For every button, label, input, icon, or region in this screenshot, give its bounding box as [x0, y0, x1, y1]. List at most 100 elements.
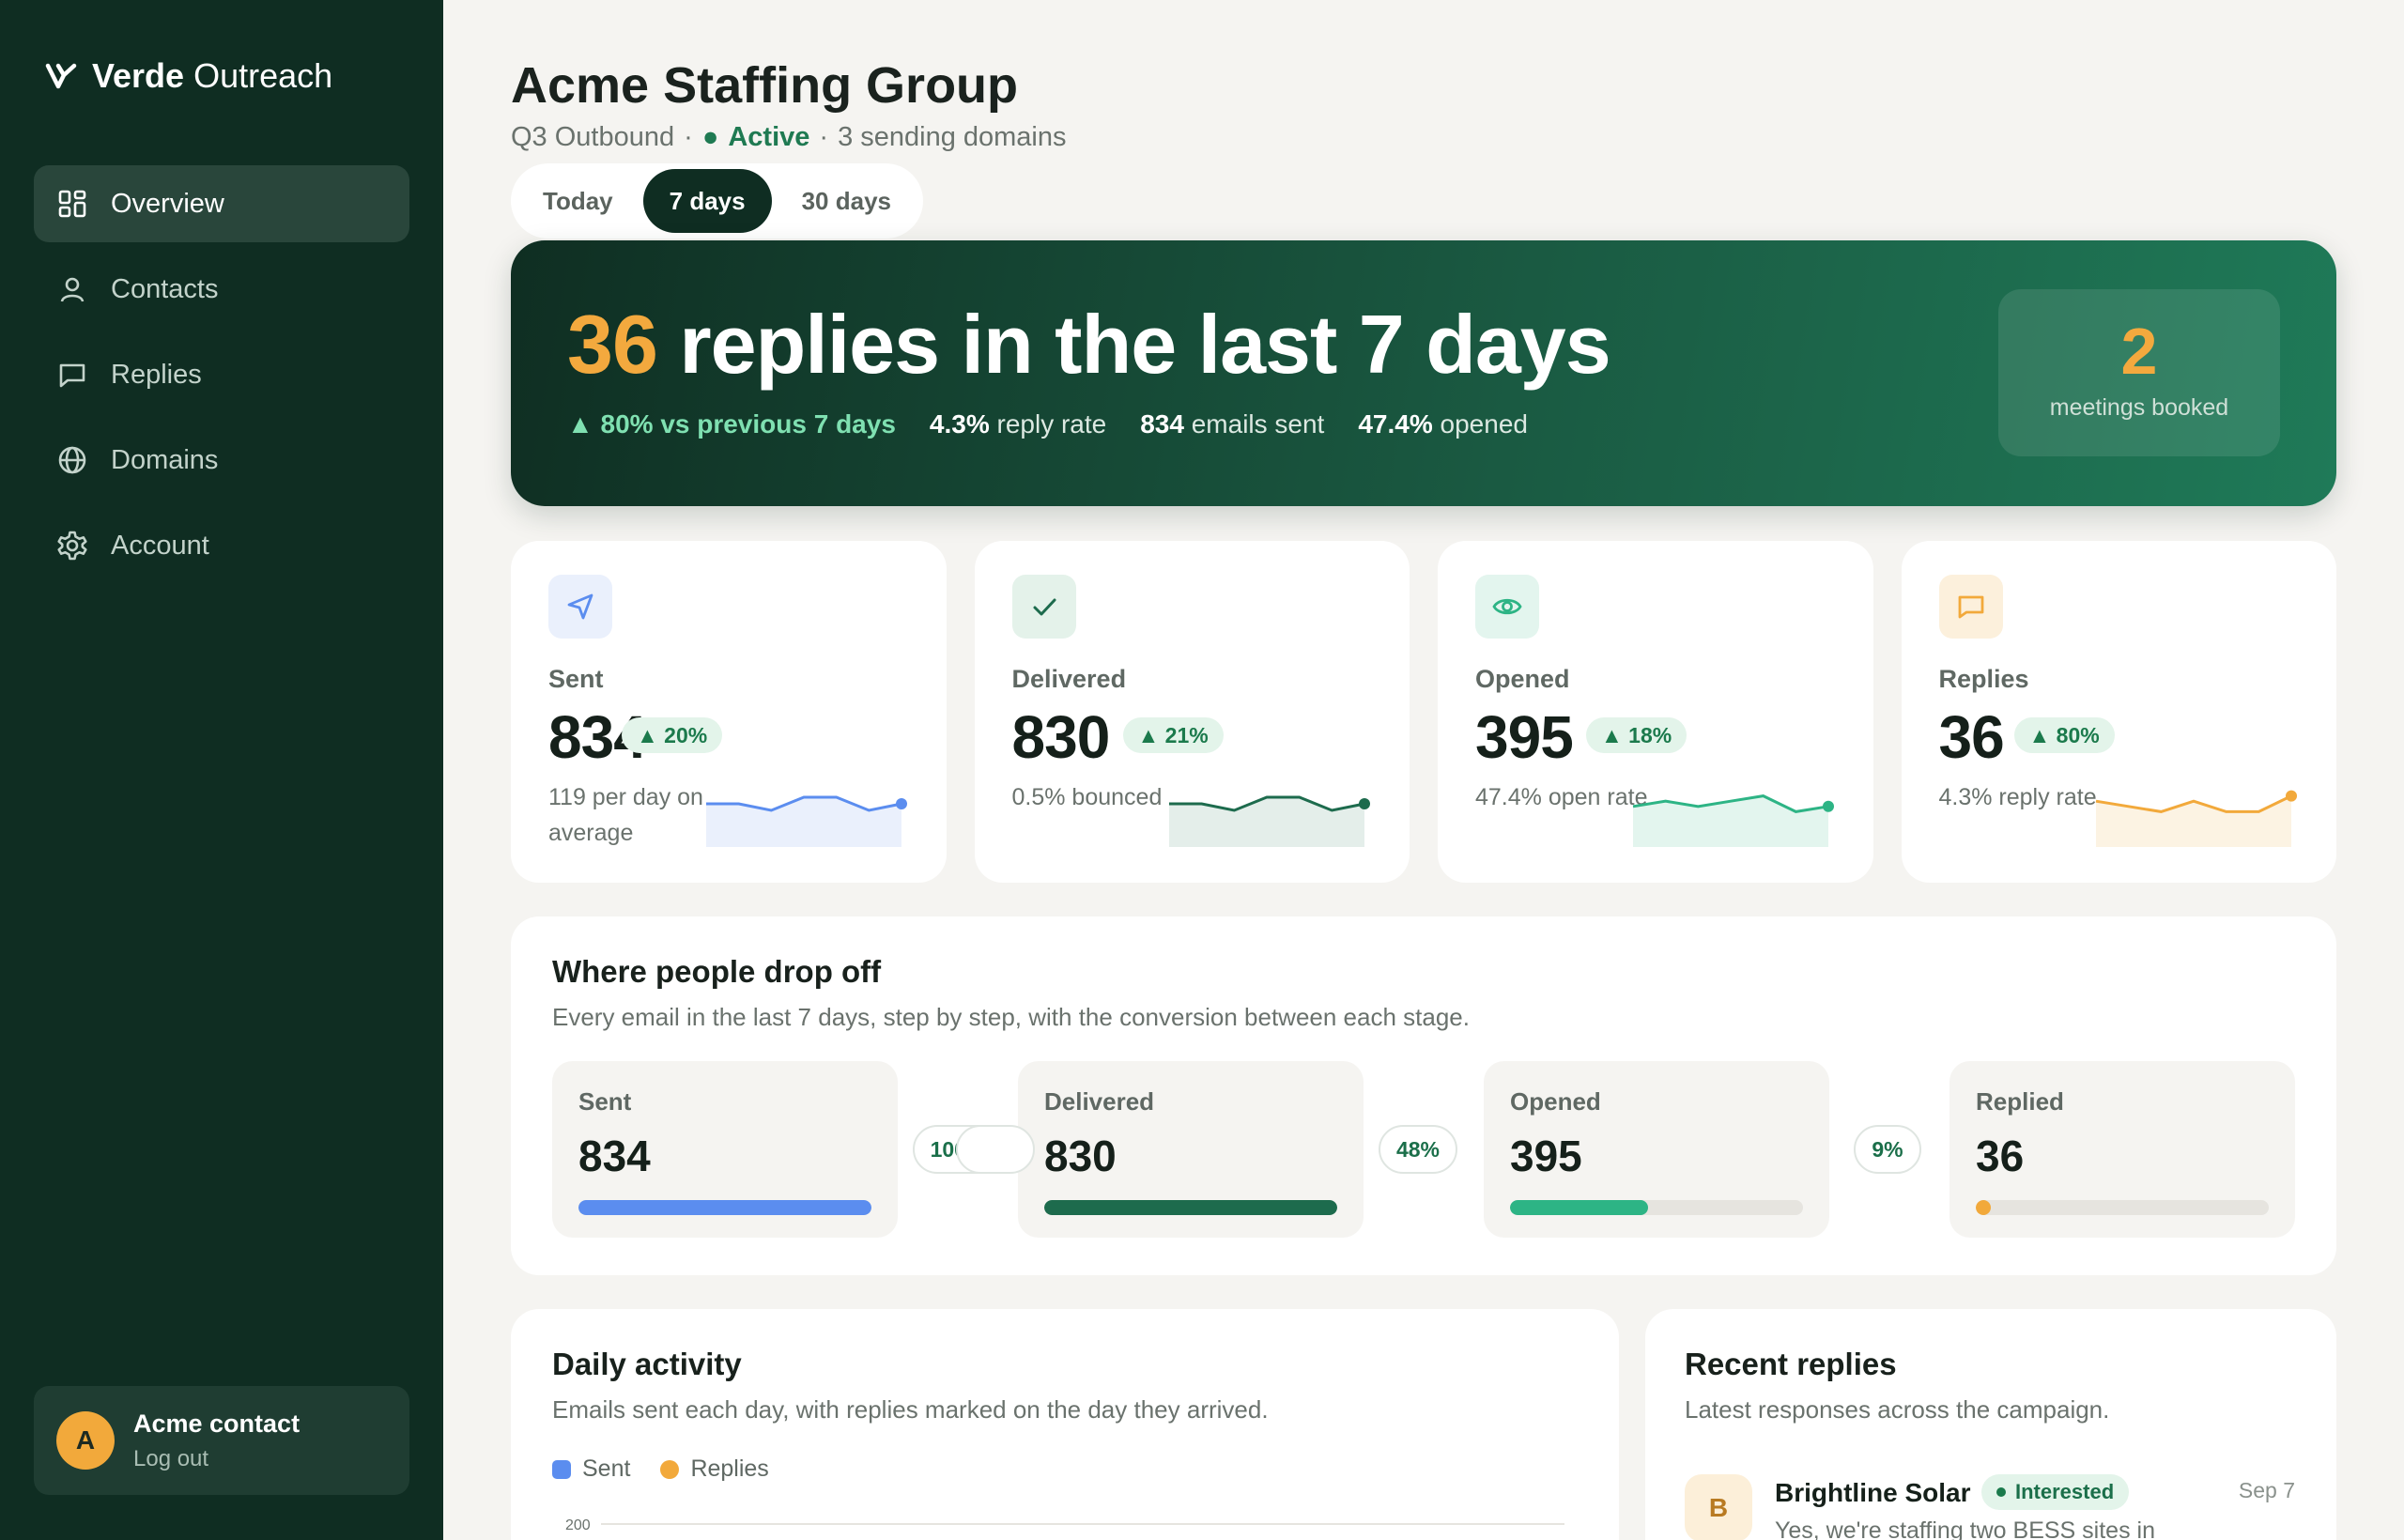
brand-logo[interactable]: Verde Outreach: [45, 56, 332, 96]
tab-7-days[interactable]: 7 days: [642, 169, 772, 233]
sparkline-end-dot: [1822, 800, 1834, 812]
sidebar-item-account[interactable]: Account: [34, 507, 409, 584]
sidebar-nav: Overview Contacts Replies Domains Accoun…: [34, 165, 409, 593]
step-value: 834: [578, 1132, 651, 1180]
sparkline-end-dot: [2286, 790, 2297, 802]
daily-subtitle: Emails sent each day, with replies marke…: [552, 1395, 1269, 1424]
conversion-badge: 48%: [1379, 1125, 1457, 1174]
separator: ·: [684, 122, 693, 152]
step-value: 830: [1044, 1132, 1117, 1180]
stat-card-sent: Sent 834 ▲ 20% 119 per day on average: [511, 541, 947, 883]
stat-card-opened: Opened 395 ▲ 18% 47.4% open rate: [1438, 541, 1873, 883]
step-progress-bar: [1044, 1200, 1337, 1215]
sparkline-end-dot: [1359, 798, 1370, 809]
step-label: Replied: [1976, 1087, 2064, 1116]
sidebar-item-domains[interactable]: Domains: [34, 422, 409, 499]
hero-headline: 36 replies in the last 7 days: [567, 297, 1611, 393]
funnel-subtitle: Every email in the last 7 days, step by …: [552, 1003, 1470, 1031]
step-progress-bar: [1510, 1200, 1803, 1215]
hero-stats: ▲ 80% vs previous 7 days 4.3% reply rate…: [567, 409, 1528, 439]
step-progress-fill: [1044, 1200, 1337, 1215]
sidebar-item-label: Domains: [111, 444, 219, 475]
step-label: Sent: [578, 1087, 632, 1116]
stat-trend-badge: ▲ 21%: [1122, 717, 1224, 753]
sidebar-item-label: Account: [111, 530, 209, 561]
legend-sent[interactable]: Sent: [552, 1455, 630, 1483]
tab-today[interactable]: Today: [516, 169, 640, 233]
stat-value: 830: [1011, 703, 1111, 771]
sparkline-end-dot: [895, 798, 907, 809]
y-axis-tick: 200: [565, 1517, 591, 1533]
user-name: Acme contact: [133, 1409, 300, 1438]
reply-status-badge: Interested: [1981, 1474, 2130, 1510]
status-dot-icon: ●: [701, 122, 719, 152]
funnel-card: Where people drop off Every email in the…: [511, 916, 2336, 1275]
page-title: Acme Staffing Group: [511, 57, 1019, 114]
stat-label: Sent: [548, 665, 604, 693]
conversion-badge-spacer: [956, 1125, 1035, 1174]
sparkline-delivered: [1169, 795, 1370, 847]
sending-domains: 3 sending domains: [838, 122, 1067, 152]
sparkline-replies: [2095, 790, 2297, 847]
step-value: 395: [1510, 1132, 1582, 1180]
sidebar-item-overview[interactable]: Overview: [34, 165, 409, 242]
stat-note: 4.3% reply rate: [1938, 784, 2097, 810]
stat-note: 0.5% bounced: [1011, 784, 1163, 810]
avatar: A: [56, 1411, 115, 1470]
stat-card-delivered: Delivered 830 ▲ 21% 0.5% bounced: [974, 541, 1410, 883]
hero-reply-count: 36: [567, 298, 658, 391]
sparkline-area: [2096, 795, 2291, 847]
logout-link[interactable]: Log out: [133, 1446, 300, 1472]
chart-legend: Sent Replies: [552, 1455, 769, 1483]
reply-company: Brightline Solar: [1775, 1478, 1971, 1507]
sidebar-item-label: Replies: [111, 359, 202, 390]
hero-headline-text: replies in the last 7 days: [679, 298, 1610, 391]
stat-note: 119 per day on average: [548, 784, 703, 846]
recent-title: Recent replies: [1685, 1347, 1897, 1381]
legend-replies[interactable]: Replies: [660, 1455, 769, 1483]
funnel-step-sent: Sent 834: [552, 1061, 898, 1238]
campaign-subtitle: Q3 Outbound · ● Active · 3 sending domai…: [511, 122, 1067, 153]
legend-swatch: [660, 1459, 680, 1479]
funnel-title: Where people drop off: [552, 954, 882, 989]
step-value: 36: [1976, 1132, 2025, 1180]
date-range-tabs: Today 7 days 30 days: [511, 163, 923, 239]
reply-avatar: B: [1685, 1474, 1752, 1540]
eye-icon: [1475, 575, 1539, 639]
step-label: Opened: [1510, 1087, 1601, 1116]
sparkline-opened: [1632, 794, 1834, 847]
sidebar-item-label: Contacts: [111, 273, 219, 304]
sidebar-item-label: Overview: [111, 188, 224, 219]
step-label: Delivered: [1044, 1087, 1155, 1116]
chart-gridline: [601, 1523, 1564, 1525]
stat-value: 36: [1938, 703, 2005, 771]
funnel-steps: Sent 834 100% Delivered 830: [552, 1061, 2295, 1238]
sidebar-item-contacts[interactable]: Contacts: [34, 251, 409, 328]
stat-card-replies: Replies 36 ▲ 80% 4.3% reply rate: [1901, 541, 2336, 883]
separator: ·: [819, 122, 829, 152]
recent-replies-card: Recent replies Latest responses across t…: [1645, 1309, 2336, 1540]
globe-icon: [56, 444, 88, 476]
tab-30-days[interactable]: 30 days: [776, 169, 917, 233]
stat-cards: Sent 834 ▲ 20% 119 per day on average De…: [511, 541, 2336, 883]
step-progress-bar: [578, 1200, 871, 1215]
meetings-label: meetings booked: [2049, 394, 2229, 421]
hero-reply-rate: 4.3% reply rate: [929, 409, 1107, 439]
logo-mark-icon: [45, 63, 77, 89]
daily-activity-card: Daily activity Emails sent each day, wit…: [511, 1309, 1619, 1540]
conversion-badge: 9%: [1854, 1125, 1921, 1174]
step-progress-bar: [1976, 1200, 2269, 1215]
sidebar-item-replies[interactable]: Replies: [34, 336, 409, 413]
meetings-count: 2: [2120, 315, 2158, 388]
reply-snippet: Yes, we're staffing two BESS sites in: [1775, 1517, 2155, 1540]
grid-icon: [56, 188, 88, 220]
user-card[interactable]: A Acme contact Log out: [34, 1386, 409, 1495]
status-badge: Active: [728, 122, 810, 152]
hero-trend: ▲ 80% vs previous 7 days: [567, 409, 896, 439]
message-icon: [1938, 575, 2003, 639]
daily-title: Daily activity: [552, 1347, 742, 1381]
status-dot-icon: [1996, 1487, 2006, 1497]
person-icon: [56, 273, 88, 305]
reply-date: Sep 7: [2238, 1478, 2295, 1502]
stat-label: Delivered: [1011, 665, 1127, 693]
